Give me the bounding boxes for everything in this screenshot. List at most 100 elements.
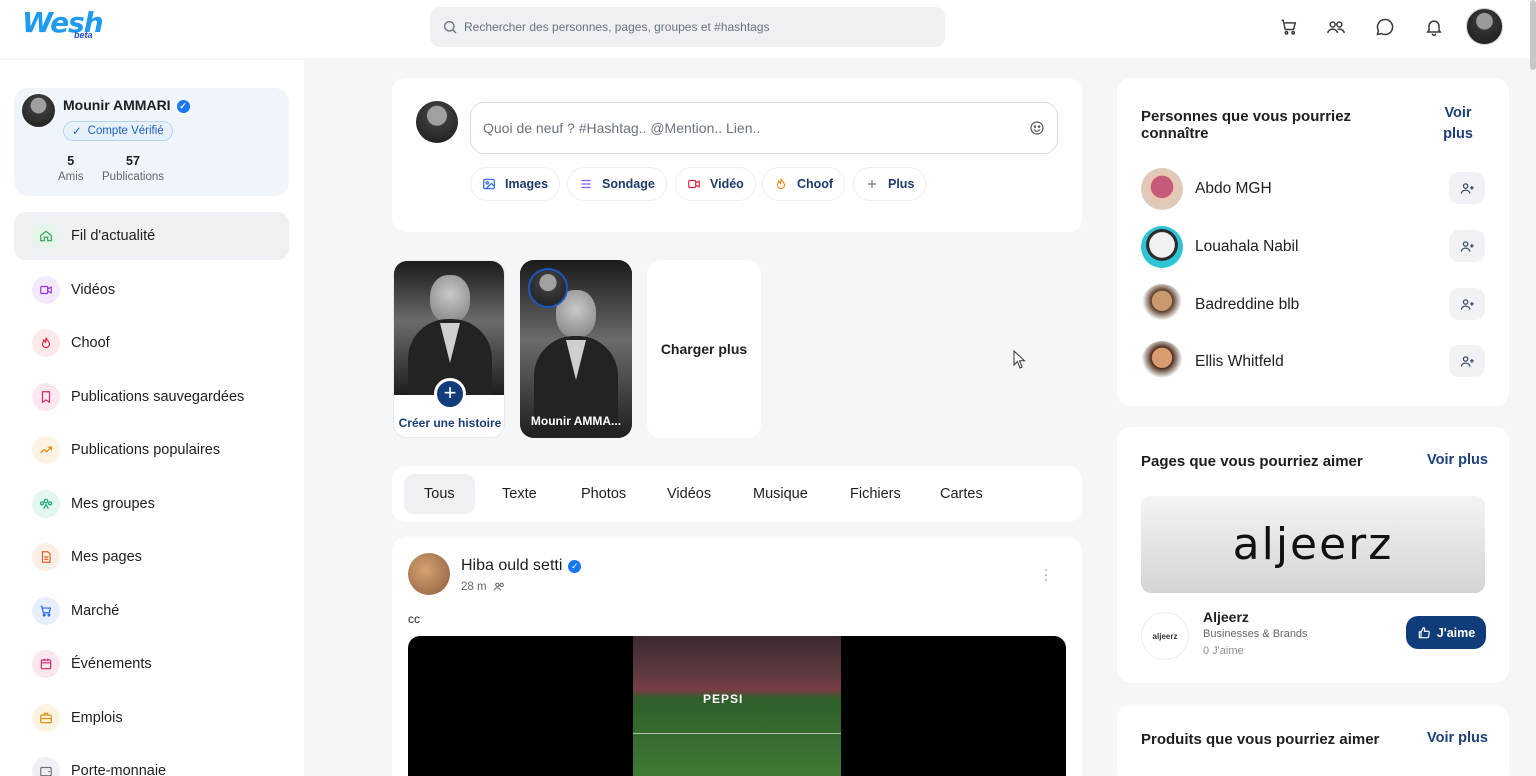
- like-page-button[interactable]: J'aime: [1406, 616, 1486, 649]
- avatar[interactable]: [1141, 168, 1183, 210]
- avatar[interactable]: [1141, 341, 1183, 383]
- flame-icon: [32, 329, 60, 357]
- flame-icon: [776, 178, 786, 190]
- sidebar-item-label: Marché: [71, 603, 120, 619]
- sidebar-item-label: Choof: [71, 335, 110, 351]
- post-meta: 28 m: [461, 580, 506, 593]
- tab-6[interactable]: Cartes: [920, 474, 1003, 514]
- add-friend-button[interactable]: [1449, 288, 1485, 320]
- add-friend-button[interactable]: [1449, 172, 1485, 204]
- user-avatar[interactable]: [1466, 8, 1503, 45]
- emoji-icon[interactable]: [1029, 120, 1045, 136]
- pages-card-title: Pages que vous pourriez aimer: [1141, 453, 1363, 470]
- avatar[interactable]: [22, 94, 55, 127]
- tab-0[interactable]: Tous: [404, 474, 475, 514]
- sidebar-item-label: Publications sauvegardées: [71, 389, 245, 405]
- add-friend-button[interactable]: [1449, 345, 1485, 377]
- person-suggestion[interactable]: Badreddine blb: [1141, 282, 1485, 328]
- calendar-icon: [32, 650, 60, 678]
- person-name[interactable]: Ellis Whitfeld: [1195, 353, 1284, 371]
- user-story-card[interactable]: Mounir AMMA...: [520, 260, 632, 438]
- products-voir-plus-link[interactable]: Voir plus: [1427, 728, 1488, 749]
- composer-choof-button[interactable]: Choof: [762, 167, 846, 201]
- person-name[interactable]: Abdo MGH: [1195, 180, 1272, 198]
- tab-1[interactable]: Texte: [482, 474, 557, 514]
- person-suggestion[interactable]: Abdo MGH: [1141, 166, 1485, 212]
- people-voir-plus-link[interactable]: Voir plus: [1435, 103, 1481, 145]
- avatar[interactable]: [1141, 284, 1183, 326]
- people-suggestions-card: Personnes que vous pourriez connaître Vo…: [1117, 78, 1509, 406]
- bell-icon[interactable]: [1424, 17, 1444, 37]
- friends-count: 5: [67, 154, 75, 168]
- profile-name-row[interactable]: Mounir AMMARI ✓: [63, 97, 190, 113]
- posts-count: 57: [126, 154, 140, 168]
- pages-voir-plus-link[interactable]: Voir plus: [1427, 450, 1488, 471]
- post-input-placeholder[interactable]: Quoi de neuf ? #Hashtag.. @Mention.. Lie…: [483, 120, 760, 136]
- add-friend-button[interactable]: [1449, 230, 1485, 262]
- sidebar-item-2[interactable]: Choof: [14, 319, 289, 367]
- mouse-cursor-icon: [1013, 350, 1026, 369]
- person-suggestion[interactable]: Louahala Nabil: [1141, 224, 1485, 270]
- sidebar-item-3[interactable]: Publications sauvegardées: [14, 373, 289, 421]
- load-more-stories-button[interactable]: Charger plus: [647, 260, 761, 438]
- avatar[interactable]: [1141, 226, 1183, 268]
- post-author-row[interactable]: Hiba ould setti ✓: [461, 557, 582, 575]
- tab-5[interactable]: Fichiers: [830, 474, 921, 514]
- post-composer: Quoi de neuf ? #Hashtag.. @Mention.. Lie…: [392, 78, 1082, 232]
- composer-sondage-button[interactable]: Sondage: [567, 167, 667, 201]
- user-story-label: Mounir AMMA...: [530, 414, 622, 428]
- sidebar-item-6[interactable]: Mes pages: [14, 533, 289, 581]
- left-sidebar: Mounir AMMARI ✓ ✓ Compte Vérifié 5 Amis 5…: [0, 60, 304, 776]
- composer-images-button[interactable]: Images: [470, 167, 561, 201]
- more-options-icon[interactable]: · · ·: [1040, 562, 1052, 586]
- sidebar-item-0[interactable]: Fil d'actualité: [14, 212, 289, 260]
- app-logo-sub: beta: [74, 30, 93, 40]
- search-bar[interactable]: Rechercher des personnes, pages, groupes…: [430, 7, 945, 47]
- post-input[interactable]: Quoi de neuf ? #Hashtag.. @Mention.. Lie…: [470, 102, 1058, 154]
- sidebar-item-9[interactable]: Emplois: [14, 694, 289, 742]
- friends-icon[interactable]: [1326, 17, 1346, 37]
- plus-icon[interactable]: +: [434, 378, 466, 410]
- avatar[interactable]: [416, 101, 458, 143]
- tab-3[interactable]: Vidéos: [647, 474, 731, 514]
- profile-card[interactable]: Mounir AMMARI ✓ ✓ Compte Vérifié 5 Amis 5…: [14, 88, 289, 196]
- friends-icon: [493, 582, 504, 591]
- search-input[interactable]: Rechercher des personnes, pages, groupes…: [464, 20, 770, 34]
- cart-icon: [32, 597, 60, 625]
- sidebar-item-1[interactable]: Vidéos: [14, 266, 289, 314]
- create-story-label: Créer une histoire: [398, 416, 502, 430]
- post-time[interactable]: 28 m: [461, 581, 487, 593]
- page-banner-text: aljeerz: [1232, 519, 1394, 570]
- profile-name[interactable]: Mounir AMMARI: [63, 97, 171, 113]
- page-logo[interactable]: aljeerz: [1141, 612, 1189, 660]
- posts-label: Publications: [102, 171, 165, 183]
- like-button-label: J'aime: [1436, 625, 1476, 640]
- chat-icon[interactable]: [1375, 17, 1395, 37]
- page-banner[interactable]: aljeerz: [1141, 496, 1485, 593]
- verified-badge: ✓ Compte Vérifié: [63, 121, 173, 141]
- composer-vidéo-button[interactable]: Vidéo: [675, 167, 756, 201]
- page-name[interactable]: Aljeerz: [1203, 609, 1249, 625]
- cart-icon[interactable]: [1279, 17, 1299, 37]
- post-author[interactable]: Hiba ould setti: [461, 557, 562, 574]
- person-name[interactable]: Badreddine blb: [1195, 296, 1299, 314]
- sidebar-item-4[interactable]: Publications populaires: [14, 426, 289, 474]
- sidebar-item-10[interactable]: Porte-monnaie: [14, 747, 289, 776]
- person-suggestion[interactable]: Ellis Whitfeld: [1141, 339, 1485, 385]
- friends-label: Amis: [58, 171, 84, 183]
- check-icon: ✓: [72, 126, 82, 138]
- avatar[interactable]: [408, 553, 450, 595]
- tab-4[interactable]: Musique: [733, 474, 828, 514]
- sidebar-item-7[interactable]: Marché: [14, 587, 289, 635]
- tab-2[interactable]: Photos: [561, 474, 646, 514]
- verified-badge-label: Compte Vérifié: [87, 125, 164, 137]
- post-video[interactable]: PEPSI: [408, 636, 1066, 776]
- page-scrollbar[interactable]: [1530, 0, 1536, 70]
- sidebar-item-8[interactable]: Événements: [14, 640, 289, 688]
- person-name[interactable]: Louahala Nabil: [1195, 238, 1298, 256]
- posts-stat[interactable]: 57 Publications: [102, 154, 164, 183]
- create-story-card[interactable]: + Créer une histoire: [393, 260, 505, 438]
- friends-stat[interactable]: 5 Amis: [58, 154, 84, 183]
- sidebar-item-5[interactable]: Mes groupes: [14, 480, 289, 528]
- composer-plus-button[interactable]: Plus: [853, 167, 927, 201]
